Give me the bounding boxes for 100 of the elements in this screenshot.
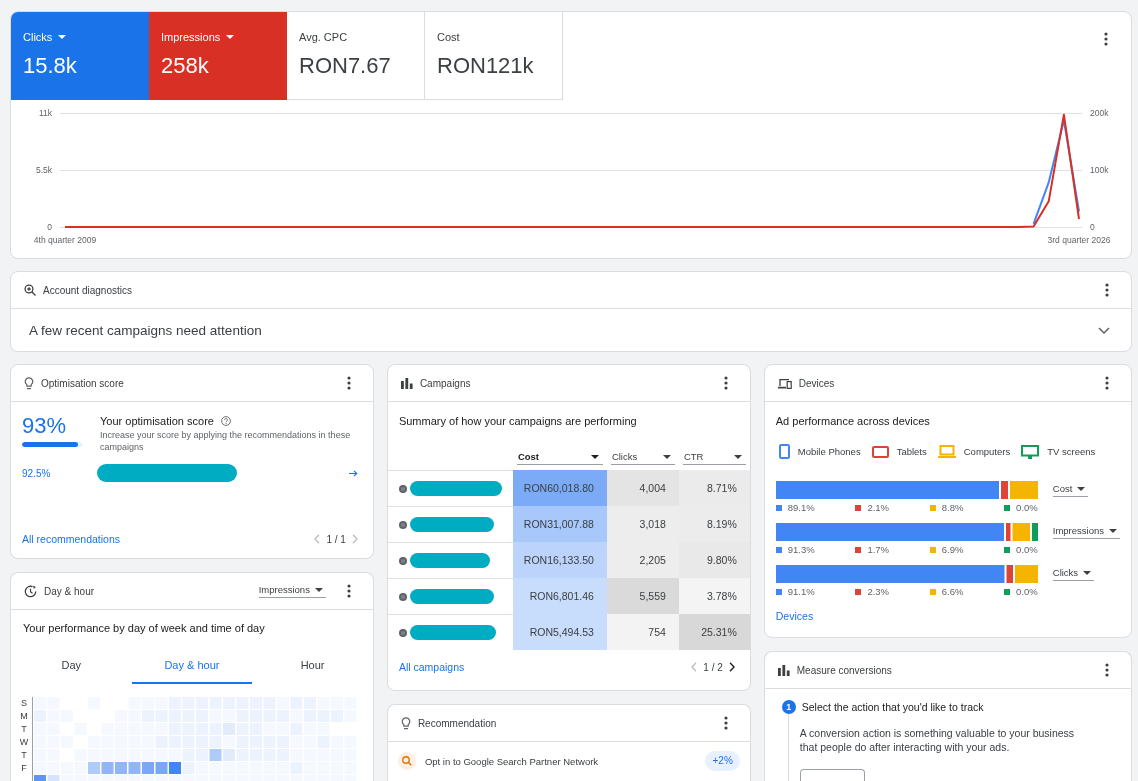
table-cell: 2,205 xyxy=(606,542,679,578)
percentage-label: 0.0% xyxy=(1016,502,1038,513)
more-options-icon[interactable] xyxy=(1104,32,1108,46)
chevron-right-icon[interactable] xyxy=(728,662,735,672)
diagnostics-message: A few recent campaigns need attention xyxy=(29,322,262,338)
more-options-icon[interactable] xyxy=(1105,283,1109,297)
table-cell: 4,004 xyxy=(606,470,679,506)
table-cell: 3.78% xyxy=(678,578,750,614)
caret-down-icon xyxy=(1083,570,1092,575)
search-icon xyxy=(397,752,416,770)
metric-value: 15.8k xyxy=(23,53,78,79)
step-description: A conversion action is something valuable to your business that people do after interacting with your ads. xyxy=(799,726,1076,754)
legend-label: TV screens xyxy=(1047,446,1096,457)
metric-label: Clicks xyxy=(23,31,53,43)
uplift-value: 92.5% xyxy=(22,467,52,479)
percentage-label: 91.3% xyxy=(787,544,815,555)
step-number: 1 xyxy=(781,700,796,714)
metric-tile[interactable]: Cost RON121k xyxy=(425,12,563,100)
legend-label: Tablets xyxy=(896,446,927,457)
table-cell: RON6,801.46 xyxy=(512,578,607,614)
legend-label: Computers xyxy=(963,446,1011,457)
caret-down-icon xyxy=(590,454,599,459)
metric-tile[interactable]: Clicks 15.8k xyxy=(11,12,149,100)
more-options-icon[interactable] xyxy=(346,584,351,598)
more-options-icon[interactable] xyxy=(723,376,728,390)
day-label: M xyxy=(19,710,29,723)
legend-label: Mobile Phones xyxy=(797,446,861,457)
metric-dropdown[interactable]: Impressions xyxy=(258,584,326,598)
tab[interactable]: Day & hour xyxy=(131,648,253,684)
card-title: Campaigns xyxy=(419,377,471,389)
metric-dropdown[interactable]: Impressions xyxy=(1052,525,1120,539)
swatch-icon xyxy=(775,504,782,511)
swatch-icon xyxy=(775,588,782,595)
swatch-icon xyxy=(929,588,936,595)
text-link[interactable]: All campaigns xyxy=(398,661,465,673)
table-cell: RON31,007.88 xyxy=(512,506,607,542)
table-cell: RON5,494.53 xyxy=(512,614,607,650)
percentage-label: 6.9% xyxy=(941,544,964,555)
metric-tile[interactable]: Impressions 258k xyxy=(149,12,287,100)
caret-down-icon xyxy=(1077,486,1086,491)
more-options-icon[interactable] xyxy=(1105,376,1109,390)
card-title: Recommendation xyxy=(417,717,497,729)
metric-dropdown[interactable]: Clicks xyxy=(1052,567,1095,581)
swatch-icon xyxy=(855,504,862,511)
metric-tile[interactable]: Avg. CPC RON7.67 xyxy=(287,12,425,100)
bar-chart-icon xyxy=(400,377,413,389)
column-header[interactable]: Cost xyxy=(516,449,603,465)
swatch-icon xyxy=(929,504,936,511)
lightbulb-icon xyxy=(24,376,34,390)
day-label: S xyxy=(20,697,28,710)
lightbulb-icon xyxy=(400,716,411,730)
section-subtitle: Ad performance across devices xyxy=(774,414,931,428)
swatch-icon xyxy=(1004,546,1011,553)
table-cell: 754 xyxy=(606,614,679,650)
column-header[interactable]: CTR xyxy=(682,449,746,465)
table-cell: 25.31% xyxy=(678,614,750,650)
recommendation-text[interactable]: Opt in to Google Search Partner Network xyxy=(424,755,599,767)
metric-label: Cost xyxy=(437,31,460,43)
step-title: Select the action that you'd like to track xyxy=(801,701,984,713)
more-options-icon[interactable] xyxy=(1105,663,1109,677)
page-indicator: 1 / 2 xyxy=(703,661,723,673)
axis-tick-label: 3rd quarter 2026 xyxy=(1047,235,1111,245)
caret-down-icon xyxy=(733,454,742,459)
caret-down-icon xyxy=(314,587,323,592)
table-cell: 5,559 xyxy=(606,578,679,614)
uplift-badge: +2% xyxy=(705,751,740,771)
table-cell: RON16,133.50 xyxy=(512,542,607,578)
devices-icon xyxy=(777,377,792,389)
tab[interactable]: Day xyxy=(11,648,132,684)
more-options-icon[interactable] xyxy=(346,376,351,390)
axis-tick-label: 5.5k xyxy=(35,165,52,175)
percentage-label: 91.1% xyxy=(787,586,815,597)
caret-down-icon xyxy=(1109,528,1117,533)
button[interactable] xyxy=(799,769,865,781)
metric-label: Avg. CPC xyxy=(299,31,348,43)
swatch-icon xyxy=(1004,504,1011,511)
chevron-down-icon[interactable] xyxy=(1098,326,1110,334)
metric-dropdown[interactable]: Cost xyxy=(1052,483,1089,497)
tab[interactable]: Hour xyxy=(252,648,373,684)
clock-icon xyxy=(24,584,37,598)
section-subtitle: Your performance by day of week and time of day xyxy=(22,621,266,635)
axis-tick-label: 100k xyxy=(1090,165,1109,175)
score-value: 93% xyxy=(22,414,68,438)
percentage-label: 2.3% xyxy=(867,586,890,597)
table-cell: 9.80% xyxy=(678,542,750,578)
caret-down-icon xyxy=(662,454,671,459)
table-cell: 3,018 xyxy=(606,506,679,542)
metric-value: RON121k xyxy=(437,53,535,79)
arrow-right-icon[interactable] xyxy=(348,469,358,477)
axis-tick-label: 0 xyxy=(1090,222,1095,232)
column-header[interactable]: Clicks xyxy=(610,449,675,465)
card-title: Day & hour xyxy=(44,585,95,597)
metric-value: 258k xyxy=(161,53,210,79)
more-options-icon[interactable] xyxy=(723,716,728,730)
text-link[interactable]: Devices xyxy=(775,610,814,622)
percentage-label: 0.0% xyxy=(1016,544,1038,555)
day-label: F xyxy=(20,762,28,775)
help-icon[interactable] xyxy=(220,416,231,426)
day-label: T xyxy=(20,749,28,762)
text-link[interactable]: All recommendations xyxy=(22,533,121,545)
